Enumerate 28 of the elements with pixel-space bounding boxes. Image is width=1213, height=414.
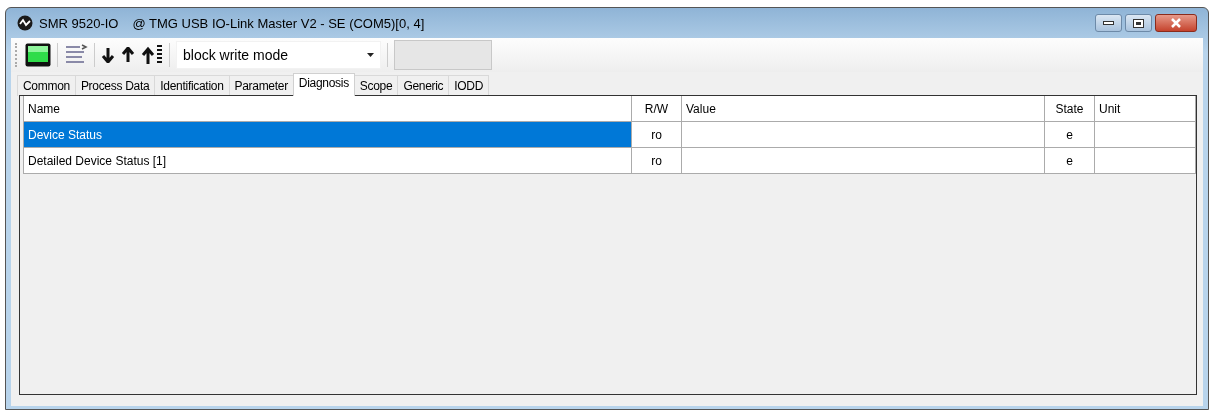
input-field[interactable] xyxy=(394,40,492,70)
table-cell: Device Status xyxy=(23,121,632,148)
arrow-down-icon[interactable] xyxy=(101,47,115,63)
column-header[interactable]: R/W xyxy=(631,96,682,122)
caret-icon xyxy=(367,53,374,57)
column-header[interactable]: Value xyxy=(681,96,1045,122)
table-cell: Detailed Device Status [1] xyxy=(23,147,632,174)
tab[interactable]: IODD xyxy=(448,75,490,96)
maximize-icon xyxy=(1133,18,1144,28)
arrow-up-list-icon[interactable] xyxy=(141,44,163,66)
mode-dropdown[interactable]: block write mode xyxy=(176,41,381,69)
table-row[interactable]: Device Status ro e xyxy=(23,121,1196,148)
arrow-up-icon[interactable] xyxy=(121,47,135,63)
window-title: @ TMG USB IO-Link Master V2 - SE (COM5)[0, 4] xyxy=(132,15,425,31)
column-header[interactable]: Name xyxy=(23,96,632,122)
minimize-icon xyxy=(1103,20,1114,26)
column-header[interactable]: Unit xyxy=(1094,96,1196,122)
table-row[interactable]: Detailed Device Status [1] ro e xyxy=(23,147,1196,174)
tab[interactable]: Diagnosis xyxy=(292,73,355,96)
maximize-button[interactable] xyxy=(1125,14,1152,32)
tab[interactable]: Common xyxy=(17,75,76,96)
device-name: SMR 9520-IO xyxy=(39,15,119,31)
minimize-button[interactable] xyxy=(1095,14,1122,32)
monitor-icon[interactable] xyxy=(25,43,51,67)
app-logo-icon xyxy=(17,15,33,31)
close-button[interactable] xyxy=(1155,14,1197,32)
close-icon xyxy=(1170,18,1182,28)
column-header[interactable]: State xyxy=(1044,96,1095,122)
